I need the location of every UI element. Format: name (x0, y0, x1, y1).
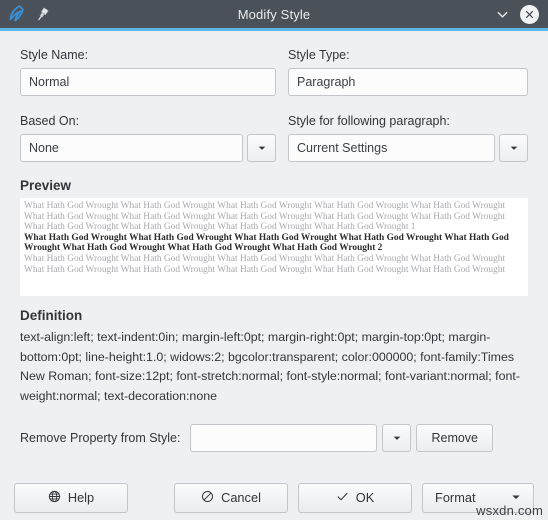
remove-button[interactable]: Remove (416, 424, 494, 452)
ok-button-label: OK (355, 490, 375, 505)
remove-property-input[interactable] (190, 424, 378, 452)
style-name-input[interactable]: Normal (20, 68, 276, 96)
style-type-value: Paragraph (297, 75, 356, 89)
based-on-label: Based On: (20, 114, 80, 128)
modify-style-dialog: Modify Style Style Name: Normal Style Ty… (0, 0, 548, 520)
following-style-input[interactable]: Current Settings (288, 134, 495, 162)
style-name-group: Style Name: Normal (20, 31, 276, 96)
chevron-down-icon (393, 436, 401, 440)
site-watermark: wsxdn.com (476, 503, 543, 518)
preview-paragraph-before: What Hath God Wrought What Hath God Wrou… (24, 201, 506, 233)
window-title: Modify Style (237, 6, 311, 22)
following-style-group: Style for following paragraph: Current S… (288, 96, 528, 162)
definition-text: text-align:left; text-indent:0in; margin… (20, 330, 520, 403)
style-type-group: Style Type: Paragraph (288, 31, 528, 96)
dialog-content: Style Name: Normal Style Type: Paragraph… (0, 31, 548, 452)
style-name-label: Style Name: (20, 48, 89, 62)
format-button-label: Format (435, 490, 476, 505)
cancel-button[interactable]: Cancel (174, 482, 288, 513)
following-style-dropdown-button[interactable] (499, 134, 528, 162)
following-style-value: Current Settings (297, 141, 388, 155)
pin-icon[interactable] (35, 7, 50, 22)
cancel-icon (201, 490, 214, 506)
help-button-label: Help (67, 490, 95, 505)
help-icon (48, 490, 61, 506)
preview-paragraph-active: What Hath God Wrought What Hath God Wrou… (24, 232, 509, 254)
title-bar: Modify Style (0, 0, 548, 31)
remove-property-dropdown-button[interactable] (382, 424, 412, 452)
remove-property-label: Remove Property from Style: (20, 431, 181, 445)
help-button[interactable]: Help (14, 482, 128, 513)
chevron-down-icon[interactable] (494, 6, 511, 23)
following-style-combobox[interactable]: Current Settings (288, 134, 528, 162)
close-icon[interactable] (520, 4, 539, 24)
title-bar-left-icons (0, 4, 77, 25)
style-name-value: Normal (29, 75, 70, 89)
definition-heading: Definition (20, 308, 83, 323)
title-bar-controls (494, 4, 548, 24)
based-on-value: None (29, 141, 59, 155)
chevron-down-icon (258, 146, 265, 150)
style-preview-box: What Hath God Wrought What Hath God Wrou… (20, 198, 528, 296)
based-on-combobox[interactable]: None (20, 134, 276, 162)
style-inheritance-row: Based On: None Style for following parag… (20, 96, 528, 162)
based-on-dropdown-button[interactable] (247, 134, 276, 162)
chevron-down-icon (510, 146, 517, 150)
check-icon (336, 490, 349, 506)
style-type-input[interactable]: Paragraph (288, 68, 528, 96)
remove-property-row: Remove Property from Style: Remove (20, 424, 528, 452)
app-logo-icon (7, 4, 28, 25)
preview-heading: Preview (20, 178, 72, 193)
ok-button[interactable]: OK (298, 482, 412, 513)
following-style-label: Style for following paragraph: (288, 114, 450, 128)
dialog-button-bar: Help Cancel OK Format (0, 475, 548, 520)
cancel-button-label: Cancel (221, 490, 261, 505)
style-type-label: Style Type: (288, 48, 350, 62)
based-on-input[interactable]: None (20, 134, 243, 162)
style-identity-row: Style Name: Normal Style Type: Paragraph (20, 31, 528, 96)
based-on-group: Based On: None (20, 96, 276, 162)
preview-paragraph-after: What Hath God Wrought What Hath God Wrou… (24, 253, 506, 275)
